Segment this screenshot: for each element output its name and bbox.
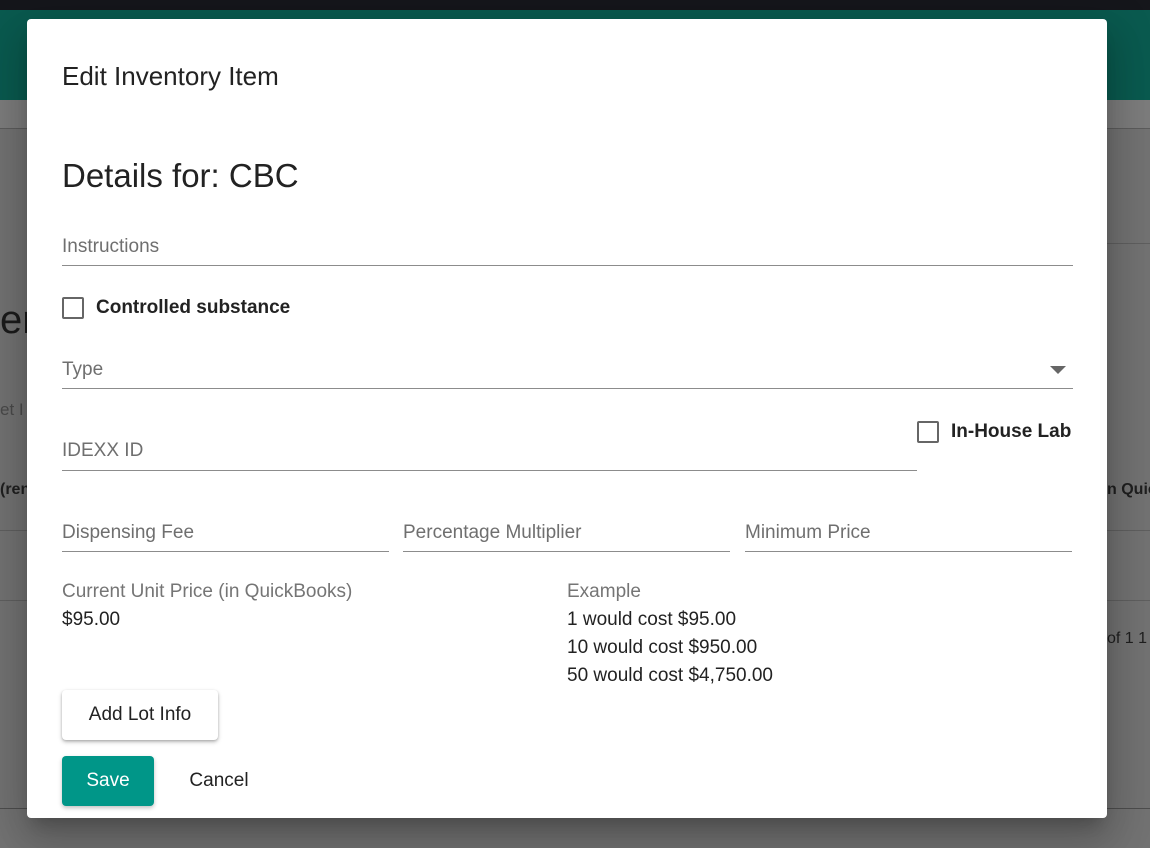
dialog-title: Edit Inventory Item	[62, 61, 279, 91]
cancel-button[interactable]: Cancel	[172, 756, 266, 806]
save-button[interactable]: Save	[62, 756, 154, 806]
dispensing-fee-underline	[62, 551, 389, 552]
example-line: 1 would cost $95.00	[567, 609, 737, 630]
bg-divider	[1107, 530, 1150, 531]
bg-column-header: (ren	[0, 481, 31, 498]
bg-field-label: et I	[0, 400, 24, 419]
instructions-underline	[62, 265, 1073, 266]
example-label: Example	[567, 581, 641, 602]
bg-divider	[1107, 600, 1150, 601]
bg-column-header: n Quic	[1107, 481, 1150, 498]
add-lot-info-button[interactable]: Add Lot Info	[62, 690, 218, 740]
instructions-label: Instructions	[62, 236, 160, 257]
app-top-bar	[0, 0, 1150, 10]
idexx-id-field[interactable]: IDEXX ID	[62, 438, 917, 471]
dispensing-fee-label: Dispensing Fee	[62, 522, 195, 543]
idexx-id-underline	[62, 470, 917, 471]
controlled-substance-checkbox[interactable]	[62, 297, 84, 319]
arrow-drop-down-icon[interactable]	[1050, 366, 1066, 374]
percentage-multiplier-field[interactable]: Percentage Multiplier	[403, 520, 730, 552]
type-select[interactable]: Type	[62, 357, 1073, 389]
type-underline	[62, 388, 1073, 389]
minimum-price-underline	[745, 551, 1072, 552]
controlled-substance-label: Controlled substance	[96, 297, 291, 318]
percentage-multiplier-underline	[403, 551, 730, 552]
minimum-price-label: Minimum Price	[745, 522, 871, 543]
current-price-label: Current Unit Price (in QuickBooks)	[62, 581, 353, 602]
in-house-lab-checkbox[interactable]	[917, 421, 939, 443]
bg-pager-label: 1 of 1	[1107, 630, 1148, 647]
type-label: Type	[62, 359, 104, 380]
bg-divider	[1107, 243, 1150, 244]
example-line: 10 would cost $950.00	[567, 637, 758, 658]
bg-divider	[0, 600, 27, 601]
edit-inventory-dialog: Edit Inventory Item Details for: CBC Ins…	[27, 19, 1107, 818]
instructions-field[interactable]: Instructions	[62, 234, 1073, 266]
controlled-substance-option[interactable]: Controlled substance	[62, 297, 302, 321]
example-line: 50 would cost $4,750.00	[567, 665, 773, 686]
current-price-value: $95.00	[62, 609, 121, 630]
in-house-lab-label: In-House Lab	[951, 421, 1072, 442]
bg-divider	[0, 530, 27, 531]
idexx-id-label: IDEXX ID	[62, 440, 144, 461]
details-heading: Details for: CBC	[62, 157, 299, 194]
dispensing-fee-field[interactable]: Dispensing Fee	[62, 520, 389, 552]
minimum-price-field[interactable]: Minimum Price	[745, 520, 1072, 552]
in-house-lab-option[interactable]: In-House Lab	[917, 420, 1077, 444]
percentage-multiplier-label: Percentage Multiplier	[403, 522, 582, 543]
